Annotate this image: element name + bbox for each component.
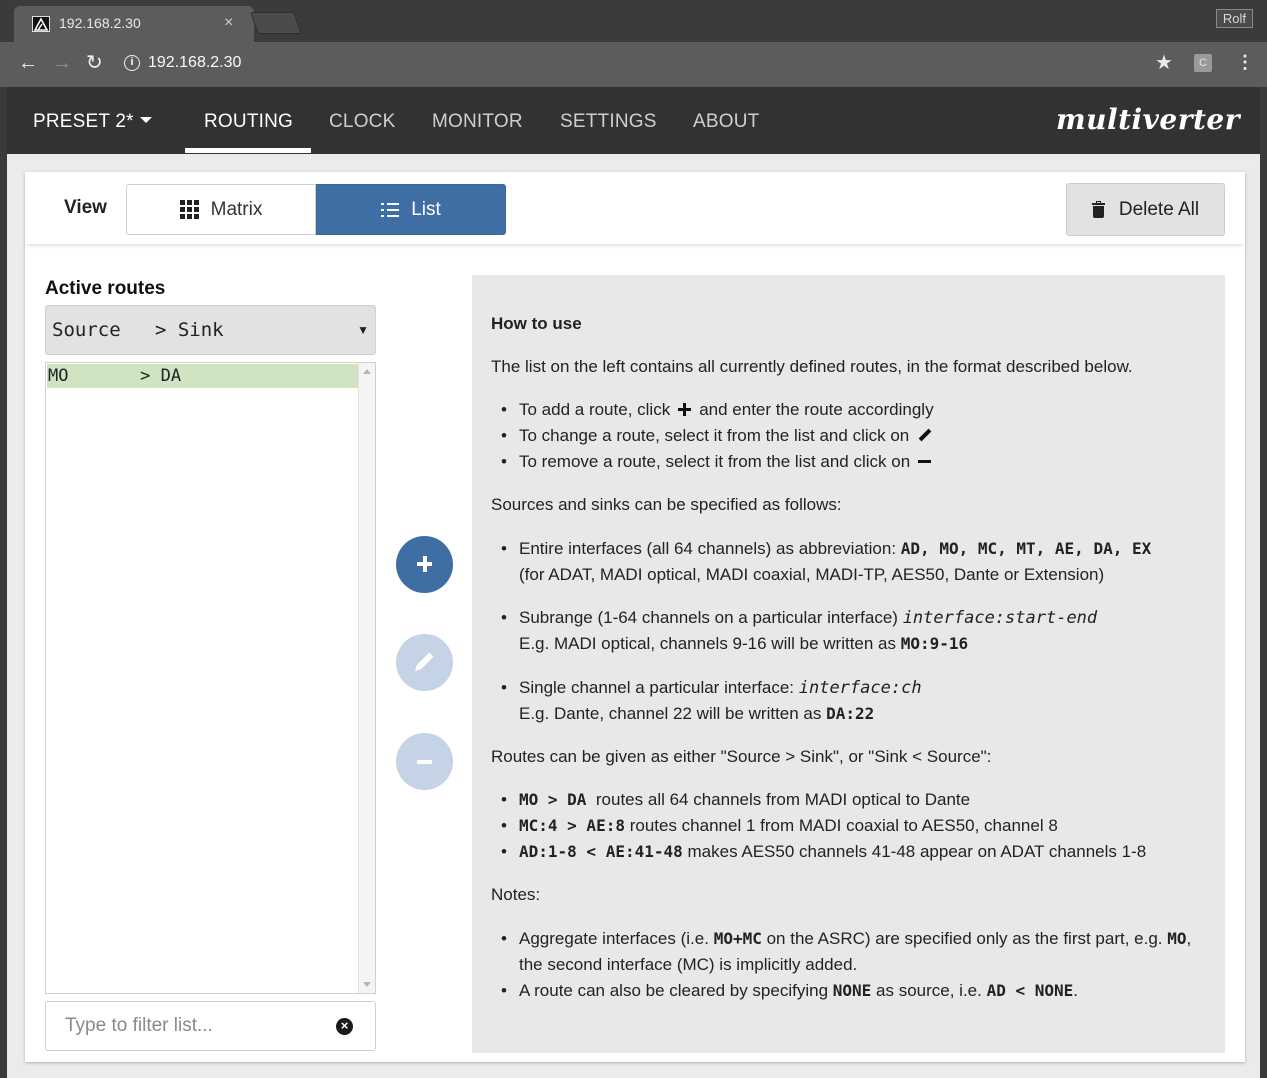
list-item: To add a route, clickand enter the route… xyxy=(501,400,934,420)
list-icon xyxy=(381,202,400,218)
bookmark-star-icon[interactable]: ★ xyxy=(1155,50,1173,75)
help-panel: How to use The list on the left contains… xyxy=(472,275,1225,1053)
select-value: Source > Sink xyxy=(52,319,224,341)
notes-title: Notes: xyxy=(491,885,541,904)
scroll-down-icon[interactable] xyxy=(363,982,371,987)
active-tab-indicator xyxy=(185,148,311,153)
back-arrow-icon[interactable]: ← xyxy=(18,51,38,75)
nav-settings[interactable]: SETTINGS xyxy=(560,111,657,133)
browser-tabstrip: 192.168.2.30 × Rolf xyxy=(0,0,1267,42)
delete-all-label: Delete All xyxy=(1118,198,1200,220)
view-label: View xyxy=(64,197,107,218)
favicon-icon xyxy=(32,16,50,32)
filter-box: × xyxy=(45,1001,376,1051)
nav-monitor[interactable]: MONITOR xyxy=(432,111,523,133)
list-item: Single channel a particular interface: i… xyxy=(501,678,922,698)
page-body: View Matrix List Delete All Active route… xyxy=(7,154,1260,1078)
edit-route-button[interactable] xyxy=(396,634,453,691)
preset-dropdown[interactable]: PRESET 2* xyxy=(33,111,152,133)
pencil-icon xyxy=(416,652,434,670)
list-item[interactable]: MO > DA xyxy=(47,364,358,388)
routes-intro: Routes can be given as either "Source > … xyxy=(491,747,992,766)
list-item: Aggregate interfaces (i.e. MO+MC on the … xyxy=(501,929,1191,949)
tab-title: 192.168.2.30 xyxy=(59,15,141,31)
new-tab-button[interactable] xyxy=(249,12,303,34)
active-routes-heading: Active routes xyxy=(45,278,166,299)
brand-logo: multiverter xyxy=(1055,103,1240,136)
nav-about[interactable]: ABOUT xyxy=(693,111,759,133)
info-icon[interactable]: i xyxy=(124,55,140,71)
pencil-icon xyxy=(917,428,931,442)
delete-all-button[interactable]: Delete All xyxy=(1066,183,1225,236)
browser-tab[interactable]: 192.168.2.30 × xyxy=(14,6,254,42)
list-item: Subrange (1-64 channels on a particular … xyxy=(501,608,1097,628)
list-item: MO > DA routes all 64 channels from MADI… xyxy=(501,790,970,810)
app-navbar: PRESET 2* ROUTING CLOCK MONITOR SETTINGS… xyxy=(7,87,1260,154)
routing-card: View Matrix List Delete All Active route… xyxy=(25,172,1245,1062)
view-toolbar: View Matrix List Delete All xyxy=(25,172,1245,244)
list-item: Entire interfaces (all 64 channels) as a… xyxy=(501,539,1151,559)
note1-line2: the second interface (MC) is implicitly … xyxy=(519,955,858,974)
profile-button[interactable]: Rolf xyxy=(1215,9,1253,28)
matrix-label: Matrix xyxy=(210,198,263,220)
list-view-button[interactable]: List xyxy=(316,184,506,235)
list-label: List xyxy=(411,198,441,220)
url-text[interactable]: 192.168.2.30 xyxy=(148,54,241,72)
address-bar[interactable]: i 192.168.2.30 xyxy=(114,48,1184,80)
list-item: MC:4 > AE:8 routes channel 1 from MADI c… xyxy=(501,816,1058,836)
list-item: To remove a route, select it from the li… xyxy=(501,452,932,472)
preset-label: PRESET 2* xyxy=(33,111,134,132)
add-route-button[interactable] xyxy=(396,536,453,593)
entire-note: (for ADAT, MADI optical, MADI coaxial, M… xyxy=(519,565,1105,584)
route-list[interactable]: MO > DA xyxy=(45,362,376,994)
route-format-select[interactable]: Source > Sink ▼ xyxy=(45,305,376,355)
list-item: A route can also be cleared by specifyin… xyxy=(501,981,1078,1001)
filter-input[interactable] xyxy=(47,1003,327,1049)
minus-icon xyxy=(417,760,432,764)
single-example: E.g. Dante, channel 22 will be written a… xyxy=(519,704,875,723)
reload-icon[interactable]: ↻ xyxy=(86,51,103,75)
help-intro: The list on the left contains all curren… xyxy=(491,357,1133,376)
scroll-up-icon[interactable] xyxy=(363,369,371,374)
matrix-view-button[interactable]: Matrix xyxy=(126,184,316,235)
browser-menu-icon[interactable]: ⋮ xyxy=(1236,52,1254,73)
forward-arrow-icon[interactable]: → xyxy=(52,51,72,75)
help-title: How to use xyxy=(491,314,582,333)
tab-close-icon[interactable]: × xyxy=(224,14,233,32)
plus-icon xyxy=(678,403,692,416)
minus-icon xyxy=(918,460,932,463)
nav-routing[interactable]: ROUTING xyxy=(204,111,293,133)
sources-intro: Sources and sinks can be specified as fo… xyxy=(491,495,842,514)
trash-icon xyxy=(1091,200,1105,218)
browser-toolbar: ← → ↻ i 192.168.2.30 xyxy=(0,42,1267,87)
caret-down-icon xyxy=(139,117,152,123)
list-item: AD:1-8 < AE:41-48 makes AES50 channels 4… xyxy=(501,842,1146,862)
extension-icon[interactable]: C xyxy=(1194,54,1212,72)
grid-icon xyxy=(179,200,199,219)
subrange-example: E.g. MADI optical, channels 9-16 will be… xyxy=(519,634,969,653)
dropdown-arrow-icon: ▼ xyxy=(357,323,369,337)
clear-filter-icon[interactable]: × xyxy=(336,1018,353,1035)
remove-route-button[interactable] xyxy=(396,733,453,790)
list-item: To change a route, select it from the li… xyxy=(501,426,931,446)
nav-clock[interactable]: CLOCK xyxy=(329,111,395,133)
list-scrollbar[interactable] xyxy=(358,363,375,993)
